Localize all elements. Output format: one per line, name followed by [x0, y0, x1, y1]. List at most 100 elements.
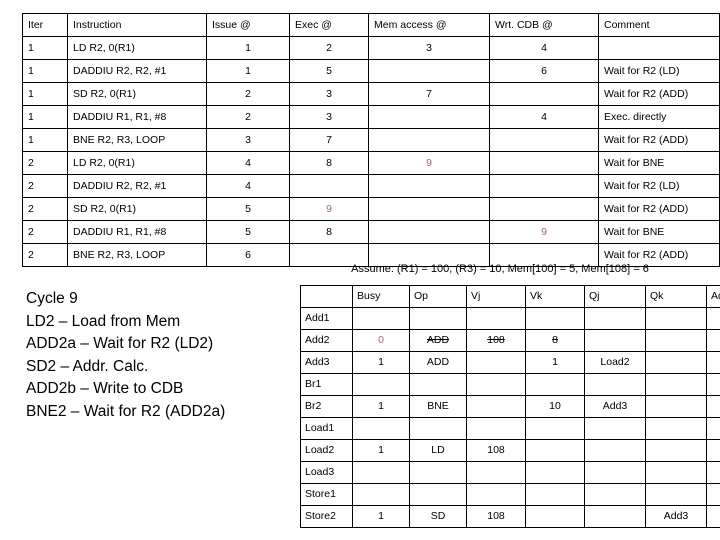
- rs-cell-station: Load1: [300, 417, 353, 440]
- table-row: 1DADDIU R1, R1, #8234Exec. directly(R1) …: [22, 105, 720, 129]
- rs-cell-station-value: Load2: [305, 444, 335, 456]
- cell-mem-access: 3: [368, 36, 490, 60]
- rs-column-header-busy: Busy: [352, 285, 410, 308]
- cell-iter-value: 1: [28, 88, 34, 100]
- cycle-note-line: SD2 – Addr. Calc.: [26, 357, 149, 375]
- rs-cell-busy-value: 1: [378, 356, 384, 368]
- rs-cell-busy: 1: [352, 505, 410, 528]
- cell-wrt-cdb: [489, 128, 599, 152]
- cell-instruction-value: LD R2, 0(R1): [73, 42, 135, 54]
- rs-cell-station-value: Add2: [305, 334, 330, 346]
- cell-exec: [289, 174, 369, 198]
- rs-cell-addr: 108: [706, 439, 720, 462]
- cell-instruction: SD R2, 0(R1): [67, 197, 207, 221]
- rs-cell-qj: [584, 483, 646, 506]
- rs-cell-qj: Load2: [584, 351, 646, 374]
- cell-exec-value: 8: [326, 226, 332, 238]
- rs-cell-vj: [466, 351, 526, 374]
- cell-instruction: DADDIU R2, R2, #1: [67, 59, 207, 83]
- rs-cell-op: [409, 461, 467, 484]
- cell-exec-value: 3: [326, 111, 332, 123]
- rs-cell-qk: [645, 307, 707, 330]
- column-header-exec: Exec @: [289, 13, 369, 37]
- rs-cell-qj-value: Add3: [602, 400, 628, 412]
- cell-comment: Wait for BNE: [598, 151, 720, 175]
- cell-instruction-value: BNE R2, R3, LOOP: [73, 134, 166, 146]
- rs-cell-vj: 108: [466, 439, 526, 462]
- rs-cell-station: Add2: [300, 329, 353, 352]
- rs-table-row: Load2 1 LD 108 108: [300, 439, 720, 462]
- rs-cell-busy: 1: [352, 439, 410, 462]
- cell-issue-value: 5: [245, 226, 251, 238]
- cell-comment-value: Wait for BNE: [604, 157, 665, 169]
- cell-instruction: LD R2, 0(R1): [67, 151, 207, 175]
- cell-comment: Exec. directly: [598, 105, 720, 129]
- cell-wrt-cdb: [489, 197, 599, 221]
- rs-cell-station: Load2: [300, 439, 353, 462]
- cell-comment: Wait for BNE: [598, 220, 720, 244]
- rs-cell-vj: [466, 373, 526, 396]
- cell-mem-access: [368, 197, 490, 221]
- rs-cell-qj-value: Load2: [600, 356, 630, 368]
- cell-issue: 4: [206, 174, 290, 198]
- cell-iter: 2: [22, 243, 68, 267]
- cell-exec-value: 9: [326, 203, 332, 215]
- rs-cell-op: [409, 417, 467, 440]
- rs-cell-station-value: Br2: [305, 400, 322, 412]
- rs-cell-busy-value: 1: [378, 444, 384, 456]
- cell-exec-value: 2: [326, 42, 332, 54]
- cycle-notes-title: Cycle 9: [26, 290, 78, 307]
- rs-cell-vj: [466, 395, 526, 418]
- rs-cell-vk: 1: [525, 351, 585, 374]
- cell-issue: 2: [206, 105, 290, 129]
- cell-instruction-value: SD R2, 0(R1): [73, 88, 137, 100]
- cell-wrt-cdb-value: 9: [541, 226, 547, 238]
- cell-exec-value: 7: [326, 134, 332, 146]
- rs-cell-op: [409, 307, 467, 330]
- rs-cell-vj: [466, 307, 526, 330]
- cell-issue-value: 1: [245, 42, 251, 54]
- cell-exec: 8: [289, 220, 369, 244]
- rs-cell-qj: Add3: [584, 395, 646, 418]
- cell-instruction-value: DADDIU R1, R1, #8: [73, 111, 167, 123]
- cell-issue: 5: [206, 197, 290, 221]
- rs-cell-vk: [525, 483, 585, 506]
- cell-issue: 5: [206, 220, 290, 244]
- rs-cell-qk: [645, 373, 707, 396]
- rs-cell-busy: 0: [352, 329, 410, 352]
- rs-column-header-qk: Qk: [645, 285, 707, 308]
- table-row: 2SD R2, 0(R1)59Wait for R2 (ADD)Mem[108]…: [22, 197, 720, 221]
- rs-table-row: Load3: [300, 461, 720, 484]
- cell-instruction-value: BNE R2, R3, LOOP: [73, 249, 166, 261]
- rs-cell-station: Add1: [300, 307, 353, 330]
- rs-cell-station: Store2: [300, 505, 353, 528]
- rs-cell-vk-value: 10: [549, 400, 561, 412]
- rs-cell-vj: [466, 483, 526, 506]
- cell-exec: 8: [289, 151, 369, 175]
- cell-mem-access: [368, 59, 490, 83]
- column-header-mem-access: Mem access @: [368, 13, 490, 37]
- pipeline-table-header-row: Iter Instruction Issue @ Exec @ Mem acce…: [22, 13, 720, 37]
- rs-cell-op-value: ADD: [426, 334, 450, 346]
- rs-column-header-addr: Addr: [706, 285, 720, 308]
- assumptions-line: Assume: (R1) = 100, (R3) = 10, Mem[100] …: [351, 263, 649, 275]
- rs-cell-vk-value: 1: [552, 356, 558, 368]
- rs-column-header-op: Op: [409, 285, 467, 308]
- rs-cell-op: SD: [409, 505, 467, 528]
- column-header-issue: Issue @: [206, 13, 290, 37]
- cell-wrt-cdb: 9: [489, 220, 599, 244]
- rs-cell-vj: 108: [466, 505, 526, 528]
- rs-cell-qk: [645, 329, 707, 352]
- rs-cell-qj: [584, 417, 646, 440]
- rs-cell-qk: [645, 439, 707, 462]
- cell-issue: 4: [206, 151, 290, 175]
- column-header-comment: Comment: [598, 13, 720, 37]
- rs-cell-vk: [525, 373, 585, 396]
- rs-cell-addr: [706, 461, 720, 484]
- cell-issue-value: 2: [245, 111, 251, 123]
- table-row: 1DADDIU R2, R2, #1156Wait for R2 (LD)(R2…: [22, 59, 720, 83]
- cell-iter: 1: [22, 82, 68, 106]
- cell-iter: 1: [22, 128, 68, 152]
- cell-comment-value: Wait for R2 (ADD): [604, 249, 689, 261]
- cell-exec-value: 3: [326, 88, 332, 100]
